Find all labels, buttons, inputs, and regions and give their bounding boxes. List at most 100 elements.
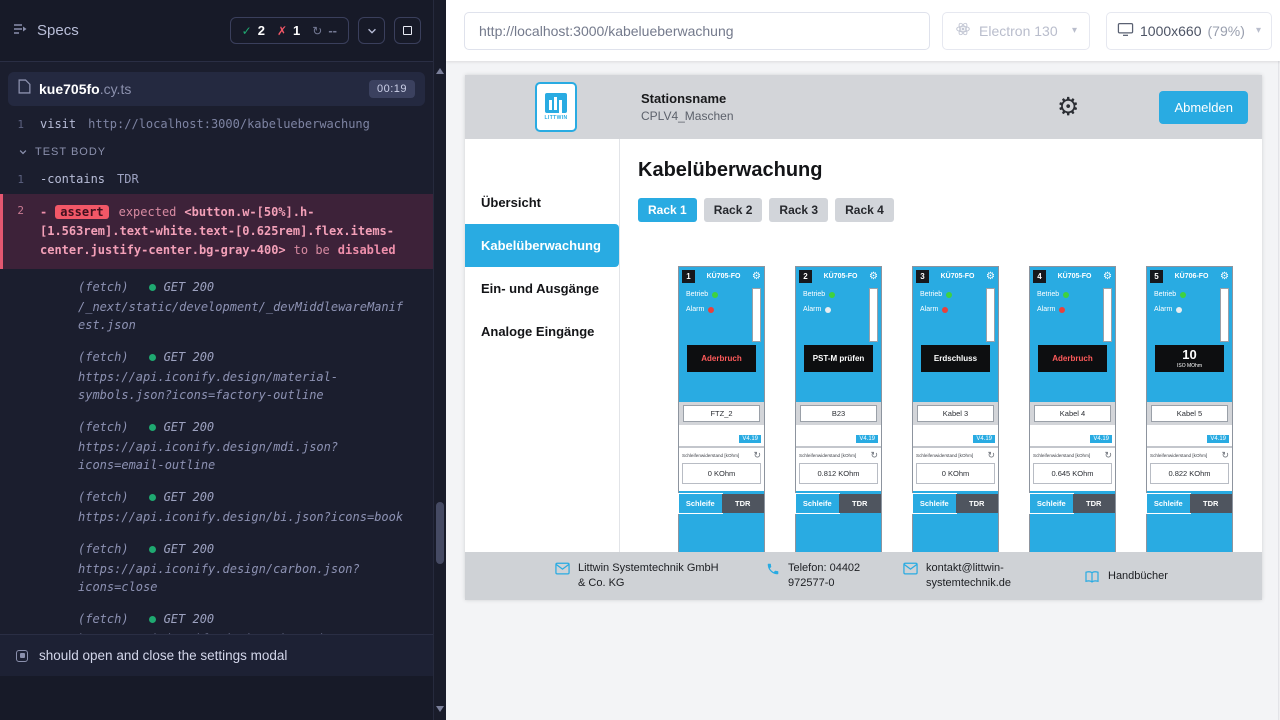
refresh-icon[interactable]: ↻ <box>753 451 761 460</box>
spec-file[interactable]: kue705fo.cy.ts 00:19 <box>8 72 425 106</box>
success-dot-icon <box>149 424 156 431</box>
schleife-button[interactable]: Schleife <box>679 494 722 513</box>
refresh-icon[interactable]: ↻ <box>1104 451 1112 460</box>
betrieb-indicator <box>1063 292 1069 298</box>
tab-rack-3[interactable]: Rack 3 <box>769 198 828 222</box>
tab-rack-1[interactable]: Rack 1 <box>638 198 697 222</box>
firmware-version: V4.19 <box>739 435 761 443</box>
settings-gear-icon[interactable]: ⚙ <box>1057 95 1079 120</box>
sidebar-item-kabelueberwachung[interactable]: Kabelüberwachung <box>465 224 619 267</box>
tdr-button[interactable]: TDR <box>1190 494 1233 513</box>
cable-name-field[interactable]: B23 <box>800 405 877 422</box>
logout-button[interactable]: Abmelden <box>1159 91 1248 124</box>
tab-rack-4[interactable]: Rack 4 <box>835 198 894 222</box>
status-display: PST-M prüfen <box>804 345 873 372</box>
specs-menu-button[interactable]: Specs <box>12 21 79 41</box>
betrieb-indicator <box>1180 292 1186 298</box>
device-gear-icon[interactable]: ⚙ <box>752 272 761 282</box>
schleife-button[interactable]: Schleife <box>1030 494 1073 513</box>
reporter-footer-spacer <box>0 676 433 720</box>
device-card-2: 2 KÜ705-FO ⚙ Betrieb Alarm PST-M prüfen … <box>795 266 882 596</box>
fetch-label: (fetch) <box>78 348 129 366</box>
schleife-button[interactable]: Schleife <box>913 494 956 513</box>
check-icon: ✓ <box>242 24 252 38</box>
url-bar[interactable]: http://localhost:3000/kabelueberwachung <box>464 12 930 50</box>
browser-select[interactable]: Electron 130 ▾ <box>942 12 1090 50</box>
log-contains-command[interactable]: 1 -contains TDR <box>0 167 433 192</box>
log-fetch-entry[interactable]: (fetch)GET 200 https://api.iconify.desig… <box>0 411 433 481</box>
alarm-indicator <box>1176 307 1182 313</box>
reporter-scrollbar[interactable] <box>433 0 446 720</box>
tdr-button[interactable]: TDR <box>956 494 999 513</box>
footer-email: kontakt@littwin-systemtechnik.de <box>903 561 1038 591</box>
resistance-value: 0.822 KOhm <box>1150 463 1229 484</box>
line-number: 1 <box>0 171 40 188</box>
station-label: Stationsname <box>641 91 734 106</box>
alarm-label: Alarm <box>686 306 704 313</box>
scroll-down-arrow[interactable] <box>436 706 444 712</box>
device-gear-icon[interactable]: ⚙ <box>1220 272 1229 282</box>
success-dot-icon <box>149 616 156 623</box>
pending-test-row[interactable]: should open and close the settings modal <box>0 634 433 676</box>
cable-name-field[interactable]: Kabel 3 <box>917 405 994 422</box>
viewport-icon <box>1117 22 1134 40</box>
schleife-button[interactable]: Schleife <box>1147 494 1190 513</box>
scrollbar-thumb[interactable] <box>436 502 444 564</box>
cable-name-field[interactable]: Kabel 5 <box>1151 405 1228 422</box>
tab-rack-2[interactable]: Rack 2 <box>704 198 763 222</box>
cypress-reporter: Specs ✓2 ✗1 ↻-- kue705fo.cy.ts 00:19 1 v… <box>0 0 433 720</box>
log-fetch-entry[interactable]: (fetch)GET 200 https://api.iconify.desig… <box>0 603 433 634</box>
cable-name-field[interactable]: Kabel 4 <box>1034 405 1111 422</box>
status-display: Erdschluss <box>921 345 990 372</box>
resistance-value: 0.645 KOhm <box>1033 463 1112 484</box>
fetch-status: GET 200 <box>164 488 215 506</box>
device-meter-strip <box>1103 288 1112 342</box>
device-gear-icon[interactable]: ⚙ <box>986 272 995 282</box>
device-meter-strip <box>986 288 995 342</box>
fetch-status: GET 200 <box>164 540 215 558</box>
log-fetch-entry[interactable]: (fetch)GET 200 /_next/static/development… <box>0 271 433 341</box>
resistance-value: 0.812 KOhm <box>799 463 878 484</box>
stop-button[interactable] <box>394 17 421 44</box>
fetch-url: https://api.iconify.design/mdi.json?icon… <box>78 438 408 474</box>
runner-stage: http://localhost:3000/kabelueberwachung … <box>446 0 1280 720</box>
collapse-runner-button[interactable] <box>358 17 385 44</box>
sidebar-item-ein-und-ausgaenge[interactable]: Ein- und Ausgänge <box>465 267 619 310</box>
line-number: 2 <box>3 203 40 261</box>
station-info: Stationsname CPLV4_Maschen <box>641 91 734 123</box>
schleife-button[interactable]: Schleife <box>796 494 839 513</box>
test-box-icon <box>16 650 28 662</box>
device-gear-icon[interactable]: ⚙ <box>1103 272 1112 282</box>
test-stats: ✓2 ✗1 ↻-- <box>230 17 349 44</box>
device-gear-icon[interactable]: ⚙ <box>869 272 878 282</box>
line-number: 1 <box>0 116 40 133</box>
scroll-up-arrow[interactable] <box>436 68 444 74</box>
betrieb-indicator <box>946 292 952 298</box>
cable-name-field[interactable]: FTZ_2 <box>683 405 760 422</box>
email-icon <box>555 562 570 575</box>
refresh-icon[interactable]: ↻ <box>870 451 878 460</box>
test-body-toggle[interactable]: TEST BODY <box>0 137 433 167</box>
log-fetch-entry[interactable]: (fetch)GET 200 https://api.iconify.desig… <box>0 533 433 603</box>
viewport-select[interactable]: 1000x660 (79%) ▾ <box>1106 12 1272 50</box>
footer-manuals[interactable]: Handbücher <box>1084 569 1168 584</box>
status-display: Aderbruch <box>1038 345 1107 372</box>
spec-timer: 00:19 <box>369 80 415 98</box>
spec-name: kue705fo.cy.ts <box>39 81 361 97</box>
tdr-button[interactable]: TDR <box>1073 494 1116 513</box>
refresh-icon[interactable]: ↻ <box>987 451 995 460</box>
sidebar-item-analoge-eingaenge[interactable]: Analoge Eingänge <box>465 310 619 353</box>
tdr-button[interactable]: TDR <box>839 494 882 513</box>
chevron-down-icon <box>18 147 28 157</box>
refresh-icon[interactable]: ↻ <box>1221 451 1229 460</box>
tdr-button[interactable]: TDR <box>722 494 765 513</box>
failed-assert[interactable]: 2 -assertexpected<button.w-[50%].h-[1.56… <box>0 194 433 270</box>
aut-container: LITTWIN Stationsname CPLV4_Maschen ⚙ Abm… <box>446 61 1280 720</box>
log-fetch-entry[interactable]: (fetch)GET 200 https://api.iconify.desig… <box>0 341 433 411</box>
cross-icon: ✗ <box>277 24 287 38</box>
log-fetch-entry[interactable]: (fetch)GET 200 https://api.iconify.desig… <box>0 481 433 533</box>
app-header: LITTWIN Stationsname CPLV4_Maschen ⚙ Abm… <box>465 75 1262 139</box>
app-sidebar: Übersicht Kabelüberwachung Ein- und Ausg… <box>465 139 620 552</box>
log-visit-command[interactable]: 1 visit http://localhost:3000/kabelueber… <box>0 112 433 137</box>
sidebar-item-uebersicht[interactable]: Übersicht <box>465 181 619 224</box>
